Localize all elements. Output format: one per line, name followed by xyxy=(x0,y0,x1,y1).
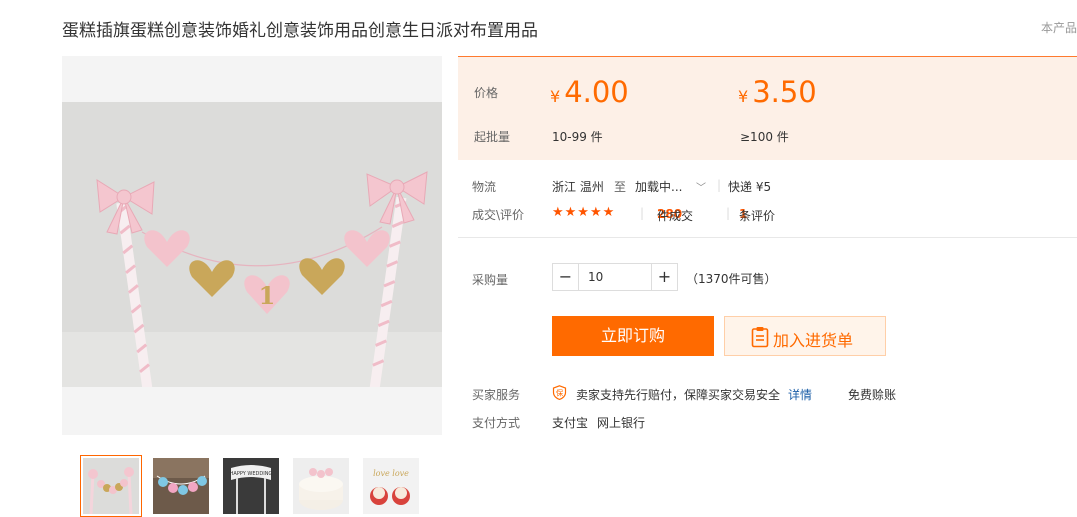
free-credit[interactable]: 免费赊账 xyxy=(848,386,896,403)
clipboard-icon xyxy=(751,327,769,348)
svg-text:保: 保 xyxy=(556,389,564,398)
buy-now-button[interactable]: 立即订购 xyxy=(552,316,714,356)
shipping-row: 物流 浙江 温州 至 加载中... ﹀ | 快递 ¥5 xyxy=(472,177,1072,197)
shipping-origin: 浙江 温州 xyxy=(552,180,604,194)
guarantee-text: 卖家支持先行赔付，保障买家交易安全 xyxy=(576,388,781,402)
thumbnail-strip: HAPPY WEDDING love love xyxy=(80,455,440,517)
add-to-cart-button[interactable]: 加入进货单 xyxy=(724,316,886,356)
thumbnail-5[interactable]: love love xyxy=(360,455,422,517)
deals-row: 成交\评价 ★★★★★ | 280 件成交 | 1 条评价 xyxy=(472,205,1072,225)
divider: | xyxy=(640,206,645,220)
currency-symbol: ¥ xyxy=(550,87,561,106)
cake-topper-photo: 1 xyxy=(62,102,442,387)
qty-tier-1: 10-99 件 xyxy=(552,130,603,144)
divider: | xyxy=(717,178,722,192)
deal-count-suffix: 件成交 xyxy=(657,209,694,223)
services-label: 买家服务 xyxy=(472,388,521,402)
chevron-down-icon[interactable]: ﹀ xyxy=(696,179,706,194)
thumb-3-text: HAPPY WEDDING xyxy=(230,471,273,477)
shipping-method: 快递 ¥5 xyxy=(728,180,772,194)
currency-symbol: ¥ xyxy=(738,87,749,106)
stock-note: （1370件可售） xyxy=(686,272,777,286)
moq-label: 起批量 xyxy=(474,130,511,144)
price-value: 3.50 xyxy=(752,75,817,109)
quantity-input[interactable] xyxy=(580,264,650,290)
thumb-5-text: love love xyxy=(373,469,409,478)
decrement-button[interactable]: − xyxy=(553,264,579,290)
payment-method-alipay: 支付宝 xyxy=(552,416,589,430)
main-product-image: 1 xyxy=(62,56,442,435)
payment-method-bank: 网上银行 xyxy=(597,416,646,430)
thumbnail-2[interactable] xyxy=(150,455,212,517)
payment-row: 支付方式 支付宝 网上银行 xyxy=(472,414,1072,432)
destination-select[interactable]: 加载中... xyxy=(635,178,682,195)
rating-stars: ★★★★★ xyxy=(552,205,616,220)
divider: | xyxy=(726,206,731,220)
increment-button[interactable]: + xyxy=(651,264,677,290)
thumbnail-3[interactable]: HAPPY WEDDING xyxy=(220,455,282,517)
review-count-suffix: 条评价 xyxy=(739,209,776,223)
quantity-stepper: − + xyxy=(552,263,678,291)
payment-label: 支付方式 xyxy=(472,416,521,430)
thumbnail-4[interactable] xyxy=(290,455,352,517)
shipping-to: 至 xyxy=(614,180,627,194)
section-divider xyxy=(458,237,1077,238)
destination-value: 加载中... xyxy=(635,180,683,194)
svg-text:1: 1 xyxy=(259,281,276,310)
details-link[interactable]: 详情 xyxy=(788,386,812,403)
price-value: 4.00 xyxy=(564,75,629,109)
price-panel: 价格 起批量 ¥4.00 10-99 件 ¥3.50 ≥100 件 xyxy=(458,56,1077,160)
qty-label: 采购量 xyxy=(472,273,509,287)
product-title: 蛋糕插旗蛋糕创意装饰婚礼创意装饰用品创意生日派对布置用品 xyxy=(62,21,538,41)
price-label: 价格 xyxy=(474,86,499,100)
add-to-cart-label: 加入进货单 xyxy=(773,331,854,350)
corner-note: 本产品 xyxy=(1040,21,1077,35)
services-row: 买家服务 保 卖家支持先行赔付，保障买家交易安全 详情 免费赊账 xyxy=(472,385,1072,404)
shipping-label: 物流 xyxy=(472,180,497,194)
price-tier-2: ¥3.50 xyxy=(738,75,817,109)
qty-tier-2: ≥100 件 xyxy=(740,130,789,144)
deals-label: 成交\评价 xyxy=(472,208,525,222)
price-tier-1: ¥4.00 xyxy=(550,75,629,109)
thumbnail-1[interactable] xyxy=(80,455,142,517)
shield-icon: 保 xyxy=(552,385,567,403)
